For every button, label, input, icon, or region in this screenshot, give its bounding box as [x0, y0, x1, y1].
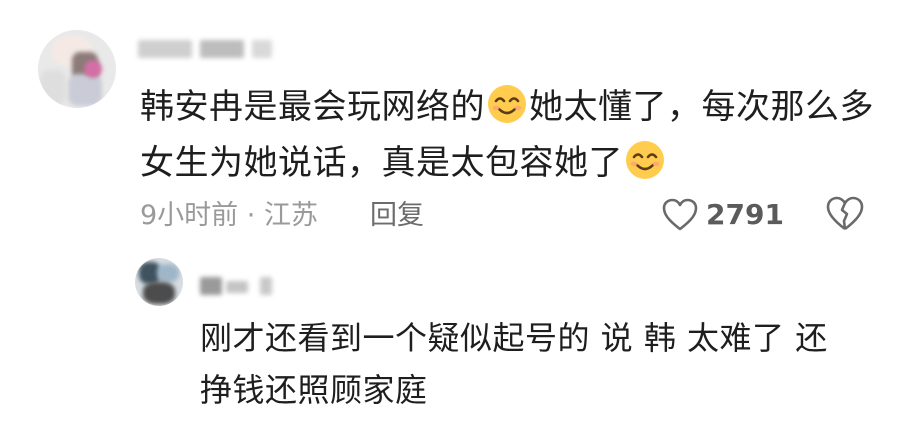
- like-count: 2791: [706, 198, 784, 231]
- like-button[interactable]: 2791: [662, 196, 784, 234]
- comment-meta: 9小时前 · 江苏: [140, 199, 318, 233]
- reply-comment: 刚才还看到一个疑似起号的 说 韩 太难了 还 挣钱还照顾家庭: [0, 245, 900, 425]
- main-comment: 韩安冉是最会玩网络的 她太懂了，每次那么多 女生为她说话，真是太包容她了 9小时前…: [0, 0, 900, 245]
- smiling-face-icon: [487, 84, 527, 124]
- comment-text-line-1: 韩安冉是最会玩网络的 她太懂了，每次那么多: [140, 84, 874, 129]
- reply-text-line-1: 刚才还看到一个疑似起号的 说 韩 太难了 还: [200, 319, 828, 357]
- reply-button[interactable]: 回复: [370, 199, 424, 233]
- replier-name[interactable]: [200, 275, 300, 297]
- comment-time: 9小时前: [140, 200, 239, 231]
- commenter-name[interactable]: [138, 36, 288, 60]
- heart-outline-icon: [662, 198, 698, 232]
- replier-avatar[interactable]: [135, 258, 183, 306]
- dislike-button[interactable]: [826, 196, 864, 234]
- commenter-avatar[interactable]: [38, 30, 116, 108]
- reply-text-line-2: 挣钱还照顾家庭: [200, 371, 428, 409]
- smiling-face-icon: [625, 140, 665, 180]
- comment-text-segment: 她太懂了，每次那么多: [529, 87, 874, 127]
- broken-heart-icon: [826, 196, 864, 232]
- comment-text-line-2: 女生为她说话，真是太包容她了: [140, 140, 667, 185]
- comment-text-segment: 女生为她说话，真是太包容她了: [140, 143, 623, 183]
- comment-text-segment: 韩安冉是最会玩网络的: [140, 87, 485, 127]
- meta-separator: ·: [246, 200, 256, 231]
- comment-location: 江苏: [263, 200, 318, 231]
